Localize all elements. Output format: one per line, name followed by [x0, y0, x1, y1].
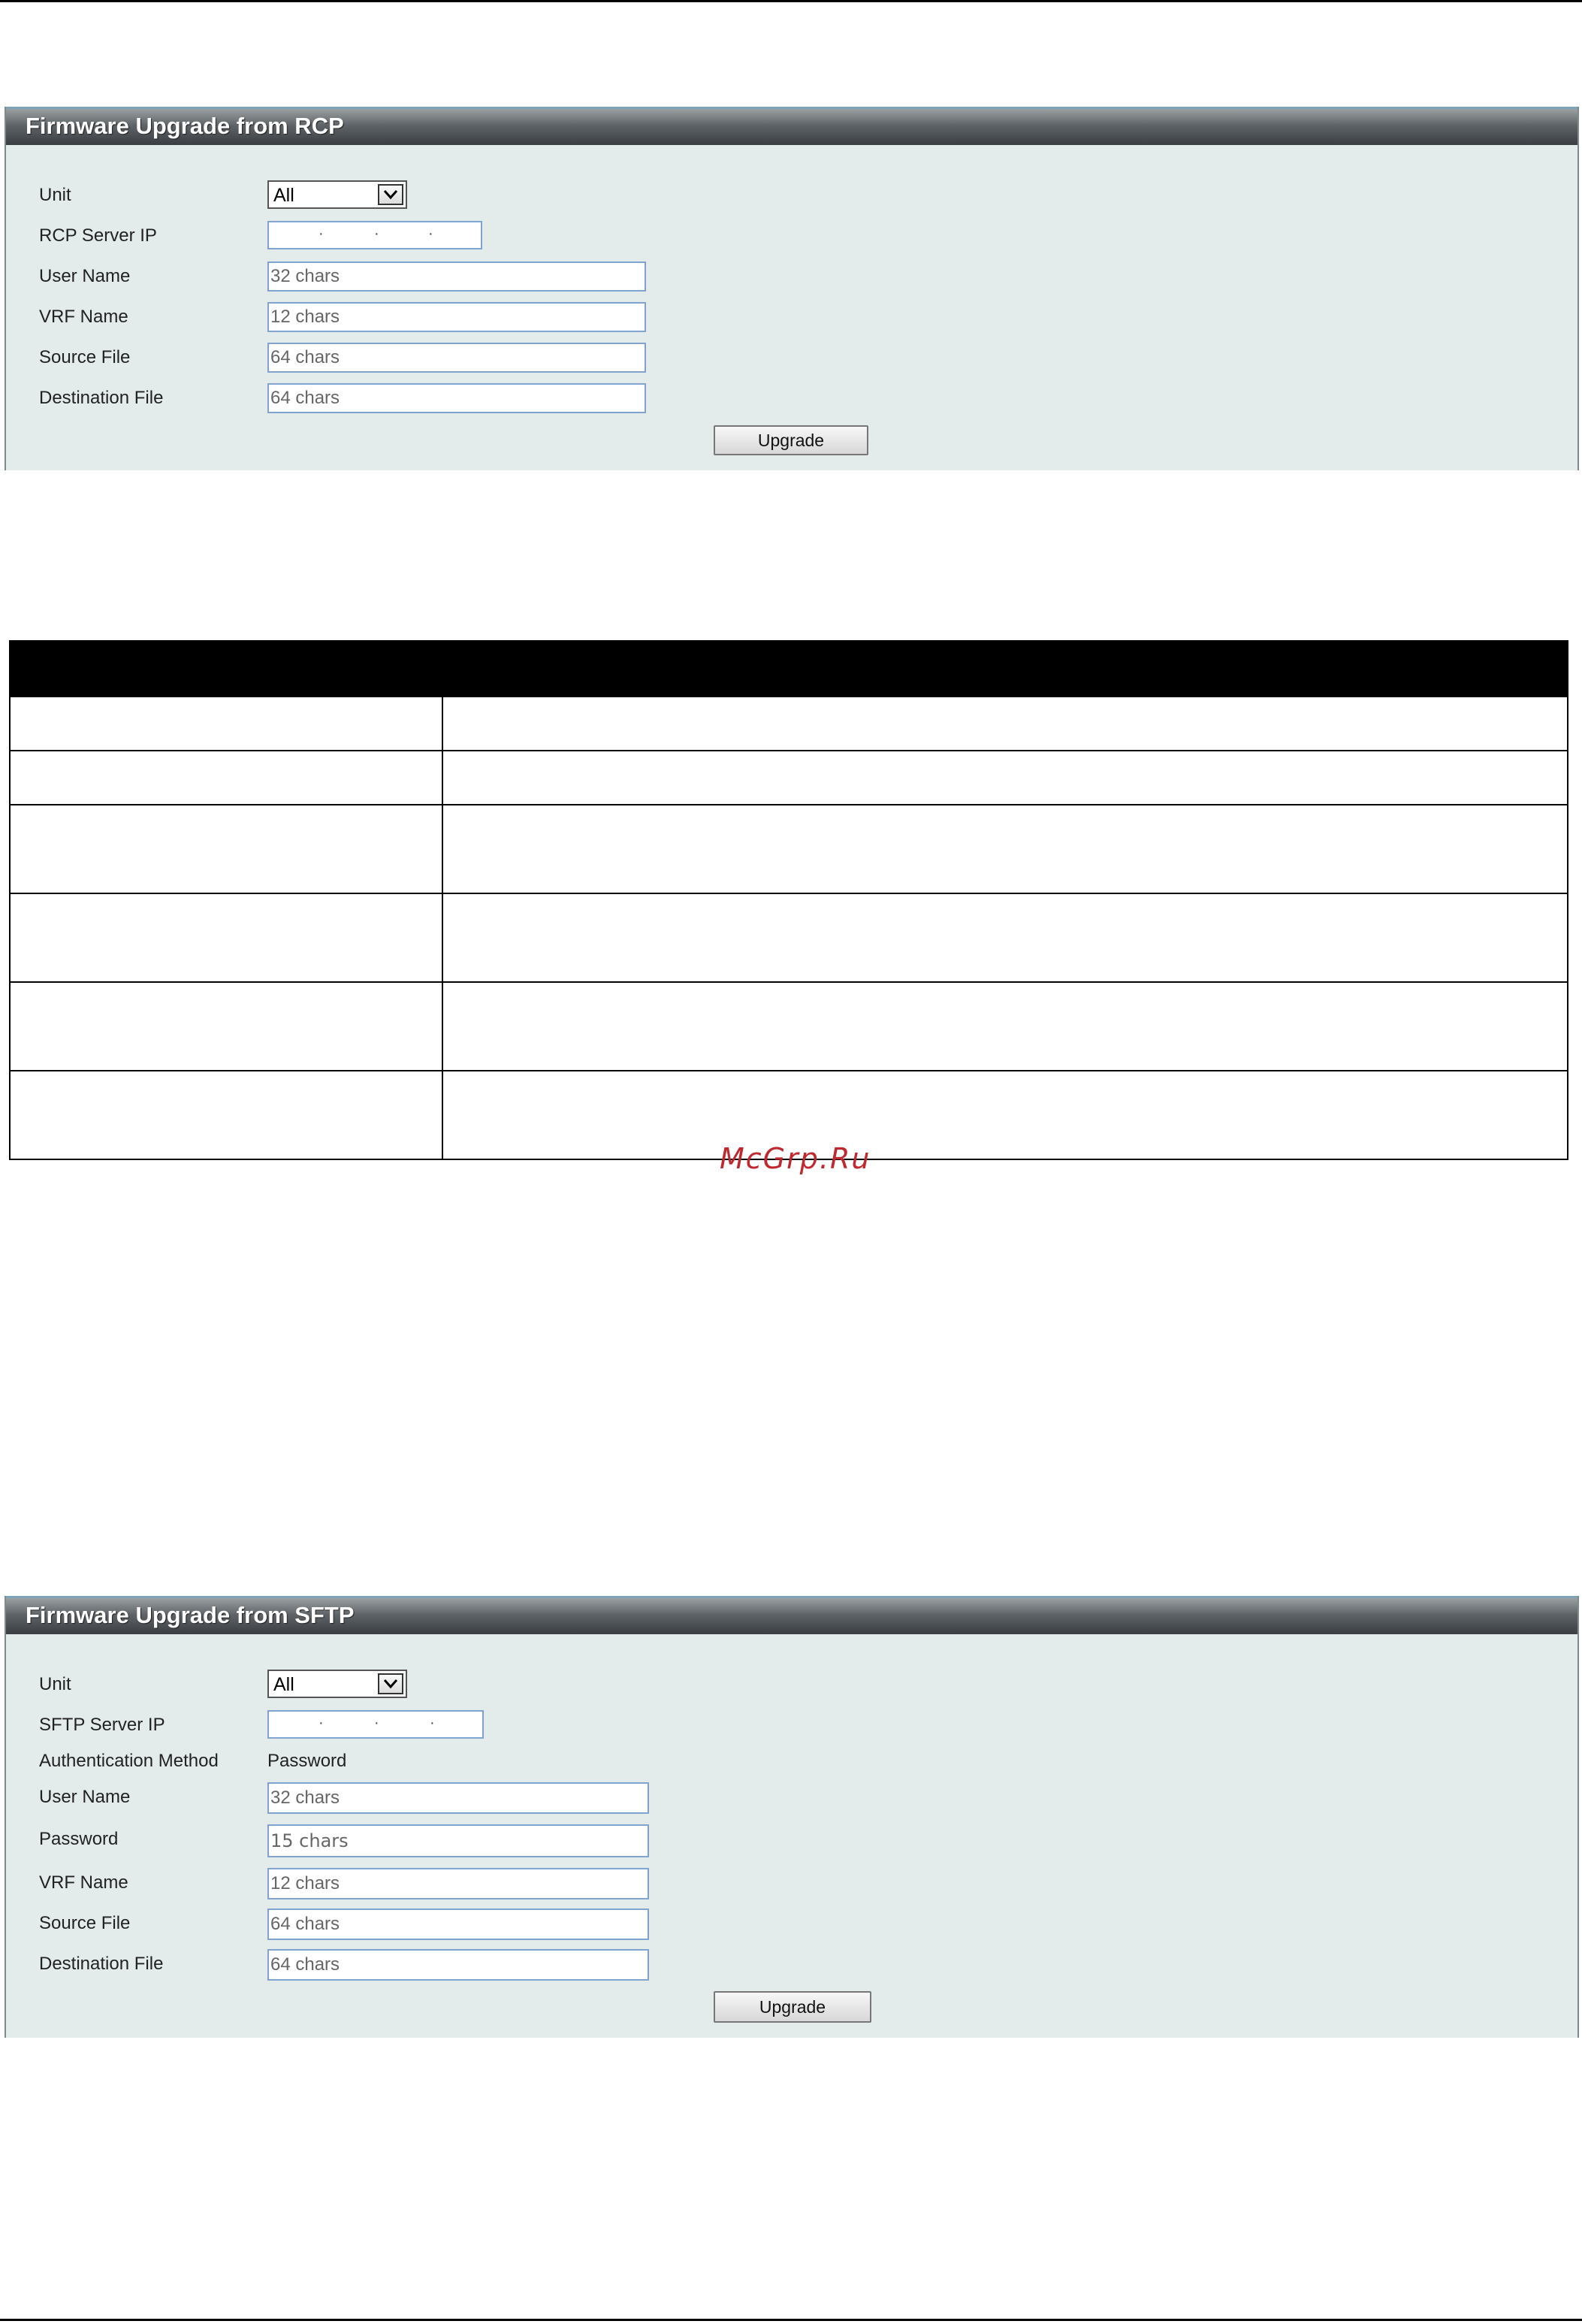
- panel-title: Firmware Upgrade from SFTP: [6, 1596, 1577, 1634]
- unit-select[interactable]: All: [267, 180, 407, 209]
- table-cell: [442, 750, 1568, 805]
- source-file-input[interactable]: [267, 1908, 649, 1940]
- auth-method-label: Authentication Method: [39, 1751, 219, 1771]
- table-cell: [9, 981, 443, 1071]
- vrf-name-input[interactable]: [267, 1868, 649, 1899]
- upgrade-button[interactable]: Upgrade: [714, 425, 868, 455]
- unit-label: Unit: [39, 1674, 71, 1694]
- table-cell: [9, 804, 443, 894]
- auth-method-value: Password: [267, 1751, 347, 1771]
- source-file-label: Source File: [39, 347, 131, 367]
- table-cell: [9, 893, 443, 983]
- table-cell: [442, 981, 1568, 1071]
- table-header-row: [9, 640, 1568, 697]
- source-file-label: Source File: [39, 1913, 131, 1933]
- table-cell: [442, 1070, 1568, 1160]
- sftp-panel: Firmware Upgrade from SFTP Unit All SFTP…: [5, 1596, 1579, 2038]
- table-row: [9, 804, 1568, 894]
- ip-separator: ·: [374, 225, 379, 242]
- unit-select-value: All: [273, 1674, 294, 1695]
- ip-separator: ·: [374, 1715, 379, 1731]
- vrf-name-label: VRF Name: [39, 1872, 128, 1893]
- table-row: [9, 750, 1568, 805]
- vrf-name-label: VRF Name: [39, 307, 128, 327]
- watermark: McGrp.Ru: [720, 1142, 871, 1175]
- top-rule: [0, 0, 1582, 2]
- table-header-cell: [9, 640, 443, 697]
- table-cell: [9, 1070, 443, 1160]
- server-ip-input[interactable]: · · ·: [267, 1710, 484, 1739]
- rcp-panel: Firmware Upgrade from RCP Unit All RCP S…: [5, 107, 1579, 470]
- table-header-cell: [442, 640, 1568, 697]
- ip-separator: ·: [430, 1715, 435, 1731]
- user-name-label: User Name: [39, 1787, 131, 1807]
- user-name-input[interactable]: [267, 1782, 649, 1814]
- table-cell: [442, 893, 1568, 983]
- destination-file-input[interactable]: [267, 383, 646, 413]
- parameter-table: [9, 640, 1568, 1160]
- table-row: [9, 981, 1568, 1071]
- ip-separator: ·: [428, 225, 433, 242]
- ip-separator: ·: [319, 225, 324, 242]
- destination-file-label: Destination File: [39, 1954, 164, 1974]
- password-input[interactable]: [267, 1824, 649, 1857]
- panel-title: Firmware Upgrade from RCP: [6, 107, 1577, 145]
- source-file-input[interactable]: [267, 343, 646, 373]
- server-ip-label: RCP Server IP: [39, 225, 157, 246]
- chevron-down-icon[interactable]: [378, 1673, 403, 1694]
- server-ip-input[interactable]: · · ·: [267, 221, 482, 249]
- unit-label: Unit: [39, 185, 71, 205]
- ip-separator: ·: [319, 1715, 324, 1731]
- table-cell: [442, 804, 1568, 894]
- server-ip-label: SFTP Server IP: [39, 1715, 165, 1735]
- bottom-rule: [0, 2319, 1582, 2321]
- upgrade-button[interactable]: Upgrade: [714, 1991, 871, 2023]
- table-row: [9, 893, 1568, 983]
- table-row: [9, 696, 1568, 751]
- vrf-name-input[interactable]: [267, 302, 646, 332]
- destination-file-label: Destination File: [39, 388, 164, 408]
- user-name-label: User Name: [39, 266, 131, 286]
- unit-select-value: All: [273, 185, 294, 206]
- destination-file-input[interactable]: [267, 1949, 649, 1981]
- table-cell: [9, 750, 443, 805]
- unit-select[interactable]: All: [267, 1670, 407, 1698]
- chevron-down-icon[interactable]: [378, 184, 403, 205]
- password-label: Password: [39, 1829, 119, 1849]
- table-cell: [9, 696, 443, 751]
- user-name-input[interactable]: [267, 261, 646, 292]
- table-cell: [442, 696, 1568, 751]
